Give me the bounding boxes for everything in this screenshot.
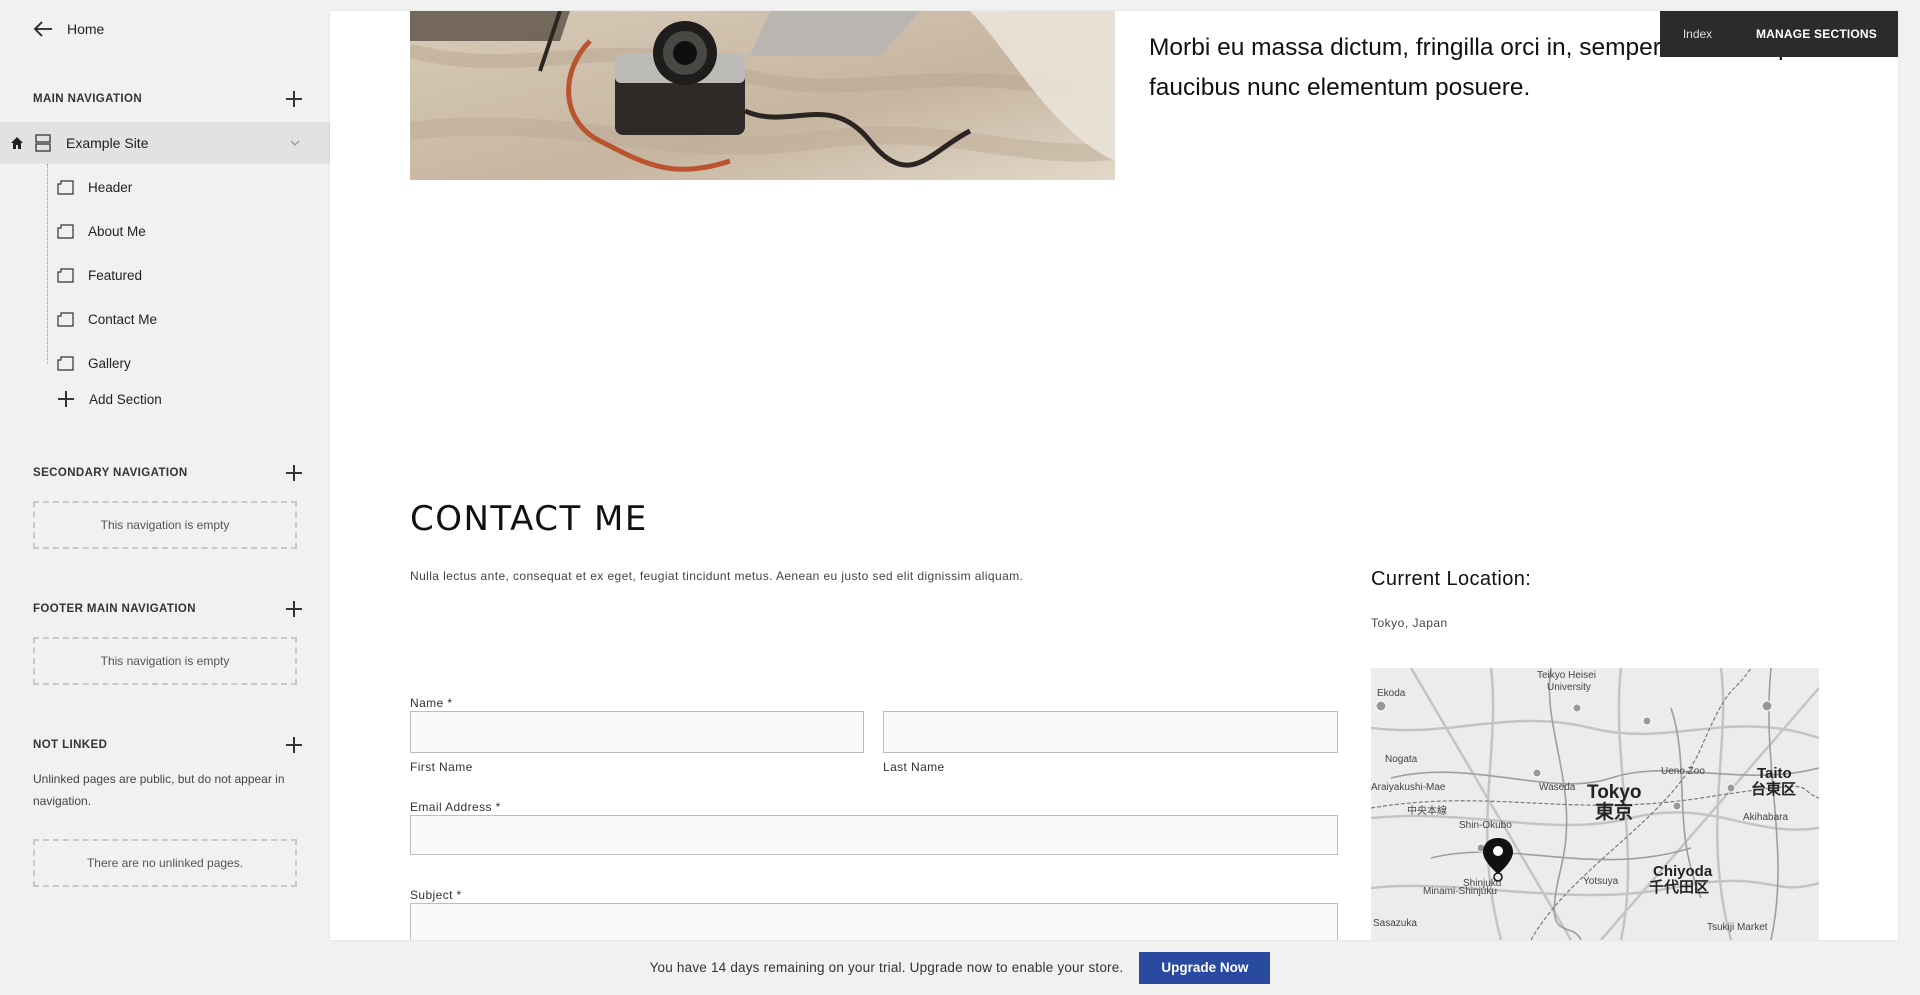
page-item-contact-me[interactable]: Contact Me [57, 308, 157, 330]
last-name-label: Last Name [883, 760, 945, 774]
sidebar: Home MAIN NAVIGATION Example Site Header… [0, 0, 330, 940]
location-value: Tokyo, Japan [1371, 616, 1448, 630]
home-label: Home [67, 21, 105, 37]
map-label-tokyo-jp: 東京 [1595, 800, 1633, 823]
page-icon [57, 267, 74, 283]
map-image: Teikyo Heisei University Ekoda Nogata Ar… [1371, 668, 1819, 940]
map-label: University [1547, 682, 1591, 693]
contact-title: CONTACT ME [410, 499, 648, 539]
add-secondary-navigation-icon[interactable] [285, 464, 303, 482]
arrow-left-icon [33, 21, 52, 37]
map-label: Akihabara [1743, 812, 1788, 823]
location-title: Current Location: [1371, 568, 1532, 590]
map-label-chiyoda: Chiyoda [1653, 863, 1713, 880]
subject-input[interactable] [410, 903, 1338, 940]
page-item-label: Featured [88, 267, 143, 283]
not-linked-heading: NOT LINKED [33, 736, 303, 754]
page-item-label: About Me [88, 223, 146, 239]
page-item-label: Contact Me [88, 311, 158, 327]
page-icon [57, 179, 74, 195]
upgrade-now-button[interactable]: Upgrade Now [1139, 951, 1271, 984]
map-label-taito-jp: 台東区 [1751, 780, 1796, 798]
page-item-header[interactable]: Header [57, 176, 132, 198]
page-item-label: Gallery [88, 355, 131, 371]
map-label: Teikyo Heisei [1537, 670, 1596, 681]
secondary-navigation-heading: SECONDARY NAVIGATION [33, 464, 303, 482]
map-label: Yotsuya [1583, 876, 1619, 887]
page-item-gallery[interactable]: Gallery [57, 352, 131, 374]
footer-navigation-title: FOOTER MAIN NAVIGATION [33, 603, 196, 615]
first-name-label: First Name [410, 760, 473, 774]
page-icon [57, 311, 74, 327]
map-label: 中央本線 [1407, 804, 1447, 817]
map-label: Waseda [1539, 782, 1576, 793]
layout-stack-icon [35, 134, 51, 152]
map-label-tokyo: Tokyo [1587, 782, 1642, 803]
map-label: Araiyakushi-Mae [1371, 782, 1446, 793]
plus-icon [57, 390, 75, 408]
tree-line [47, 164, 48, 364]
page-icon [57, 355, 74, 371]
map-label: Tsukiji Market [1707, 922, 1768, 933]
map-label: Shin-Okubo [1459, 820, 1512, 831]
map-label: Ueno Zoo [1661, 766, 1705, 777]
home-link[interactable]: Home [33, 20, 104, 38]
main-navigation-title: MAIN NAVIGATION [33, 93, 143, 105]
trial-banner: You have 14 days remaining on your trial… [0, 940, 1920, 995]
map-label-taito: Taito [1757, 765, 1792, 782]
tokyo-map[interactable]: Teikyo Heisei University Ekoda Nogata Ar… [1371, 668, 1819, 940]
map-label: Sasazuka [1373, 918, 1417, 929]
first-name-input[interactable] [410, 711, 864, 753]
not-linked-title: NOT LINKED [33, 739, 108, 751]
last-name-input[interactable] [883, 711, 1338, 753]
site-row-example-site[interactable]: Example Site [0, 122, 330, 164]
site-label: Example Site [66, 135, 149, 151]
home-icon [11, 137, 23, 149]
camera-photo [410, 11, 1115, 180]
unlinked-empty: There are no unlinked pages. [33, 839, 297, 887]
index-button[interactable]: Index [1660, 27, 1735, 41]
footer-navigation-empty: This navigation is empty [33, 637, 297, 685]
section-toolbar: Index MANAGE SECTIONS [1660, 11, 1898, 57]
camera-photo-image [410, 11, 1115, 180]
page-item-featured[interactable]: Featured [57, 264, 142, 286]
add-section-label: Add Section [89, 391, 162, 407]
add-main-navigation-icon[interactable] [285, 90, 303, 108]
map-label-chiyoda-jp: 千代田区 [1649, 878, 1709, 896]
email-label: Email Address * [410, 800, 501, 814]
map-label: Ekoda [1377, 688, 1406, 699]
trial-message: You have 14 days remaining on your trial… [649, 960, 1124, 975]
add-footer-navigation-icon[interactable] [285, 600, 303, 618]
add-section-button[interactable]: Add Section [57, 390, 162, 408]
contact-description: Nulla lectus ante, consequat et ex eget,… [410, 569, 1024, 583]
secondary-navigation-empty: This navigation is empty [33, 501, 297, 549]
main-navigation-heading: MAIN NAVIGATION [33, 90, 303, 108]
add-unlinked-page-icon[interactable] [285, 736, 303, 754]
secondary-navigation-title: SECONDARY NAVIGATION [33, 467, 188, 479]
chevron-down-icon[interactable] [289, 137, 301, 149]
page-item-about-me[interactable]: About Me [57, 220, 146, 242]
name-label: Name * [410, 696, 453, 710]
email-input[interactable] [410, 815, 1338, 855]
unlinked-note: Unlinked pages are public, but do not ap… [33, 772, 285, 808]
site-preview[interactable]: Morbi eu massa dictum, fringilla orci in… [330, 11, 1898, 940]
page-icon [57, 223, 74, 239]
footer-navigation-heading: FOOTER MAIN NAVIGATION [33, 600, 303, 618]
manage-sections-button[interactable]: MANAGE SECTIONS [1735, 27, 1898, 41]
map-label: Nogata [1385, 754, 1418, 765]
subject-label: Subject * [410, 888, 462, 902]
page-item-label: Header [88, 179, 133, 195]
